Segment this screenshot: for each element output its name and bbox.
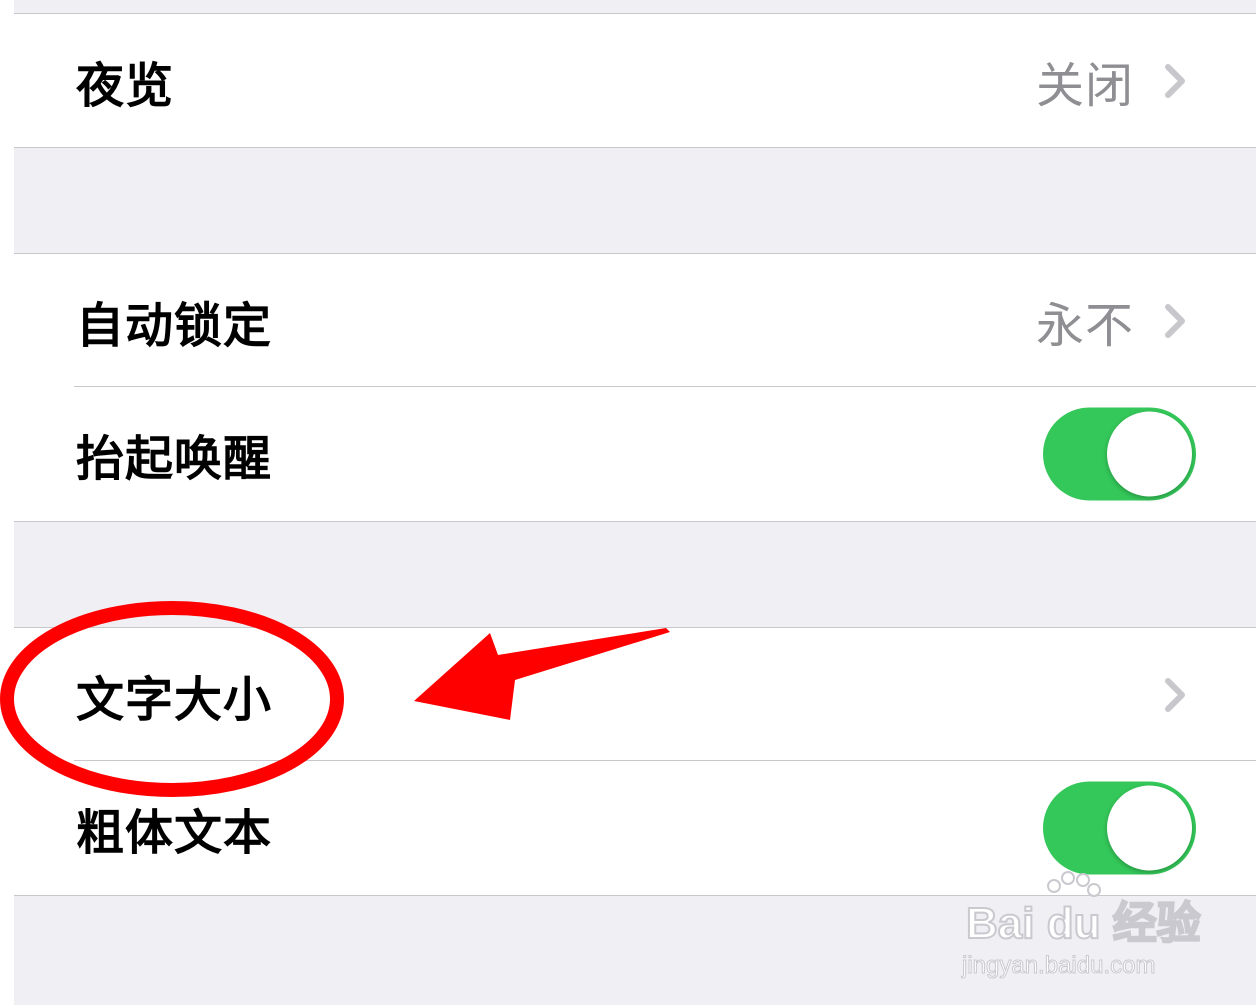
toggle-knob [1107,411,1192,496]
raise-to-wake-row: 抬起唤醒 [14,386,1256,520]
auto-lock-row[interactable]: 自动锁定 永不 [14,254,1256,387]
bold-text-row: 粗体文本 [14,760,1256,894]
top-section-gap [14,0,1256,14]
chevron-right-icon [1165,63,1185,98]
auto-lock-value: 永不 [1035,297,1134,354]
night-shift-value: 关闭 [1035,57,1134,114]
bold-text-toggle[interactable] [1043,781,1196,874]
settings-screen: 夜览 关闭 自动锁定 永不 抬起唤醒 文字大小 粗体文本 Bai du 经验 j… [0,0,1256,1005]
section-gap [14,522,1256,627]
section-gap [14,148,1256,253]
chevron-right-icon [1165,677,1185,712]
bottom-section-gap [14,896,1256,1005]
night-shift-group: 夜览 关闭 [14,13,1256,148]
lock-group: 自动锁定 永不 抬起唤醒 [14,253,1256,522]
auto-lock-label: 自动锁定 [76,297,273,354]
bold-text-label: 粗体文本 [76,804,273,861]
raise-to-wake-toggle[interactable] [1043,407,1196,500]
text-group: 文字大小 粗体文本 [14,627,1256,896]
raise-to-wake-label: 抬起唤醒 [76,430,273,487]
night-shift-row[interactable]: 夜览 关闭 [14,14,1256,147]
night-shift-label: 夜览 [76,57,175,114]
text-size-row[interactable]: 文字大小 [14,628,1256,761]
toggle-knob [1107,785,1192,870]
chevron-right-icon [1165,303,1185,338]
text-size-label: 文字大小 [76,671,273,728]
